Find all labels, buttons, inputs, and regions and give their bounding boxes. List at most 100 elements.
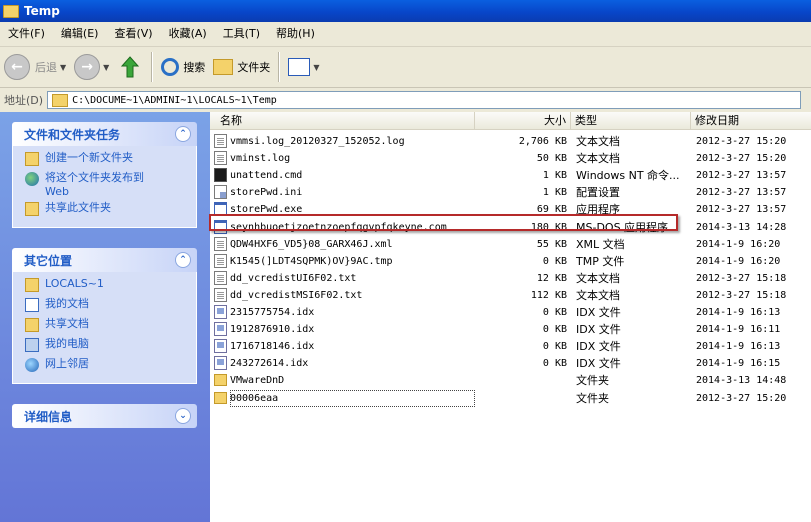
file-size: 12 KB	[536, 272, 567, 284]
toolbar-separator	[278, 52, 281, 82]
file-row[interactable]: QDW4HXF6_VD5}08_GARX46J.xml 55 KB XML 文档 20…	[210, 236, 811, 253]
address-field[interactable]: C:\DOCUME~1\ADMINI~1\LOCALS~1\Temp	[47, 91, 802, 109]
file-row[interactable]: 1716718146.idx 0 KB IDX 文件 2014-1-9 16:13	[210, 338, 811, 355]
file-name: dd_vcredistMSI6F02.txt	[230, 289, 363, 301]
file-name: vmmsi.log_20120327_152052.log	[230, 136, 405, 147]
place-my-computer[interactable]: 我的电脑	[25, 337, 196, 357]
file-row[interactable]: dd_vcredistUI6F02.txt 12 KB 文本文档 2012-3-27 …	[210, 270, 811, 287]
tasks-panel-title: 文件和文件夹任务	[24, 127, 121, 142]
file-modified: 2012-3-27 15:18	[696, 289, 787, 301]
computer-icon	[25, 338, 39, 352]
file-name: VMwareDnD	[230, 375, 285, 387]
task-publish-web[interactable]: 将这个文件夹发布到 Web	[25, 171, 196, 201]
file-modified: 2014-1-9 16:20	[696, 255, 781, 267]
file-name: K1545(]LDT4SQPMK)OV}9AC.tmp	[230, 255, 393, 267]
forward-button[interactable]: → ▼	[70, 50, 113, 84]
task-label: 创建一个新文件夹	[45, 151, 133, 164]
doc-file-icon	[214, 287, 227, 302]
details-panel: 详细信息 ⌄	[12, 404, 197, 428]
place-shared-documents[interactable]: 共享文档	[25, 317, 196, 337]
details-panel-title: 详细信息	[24, 409, 73, 424]
file-row[interactable]: storePwd.ini 1 KB 配置设置 2012-3-27 13:57	[210, 184, 811, 201]
file-type: Windows NT 命令...	[576, 169, 680, 183]
title-bar[interactable]: Temp	[0, 0, 811, 22]
places-panel-header[interactable]: 其它位置 ⌃	[12, 248, 197, 272]
file-row[interactable]: dd_vcredistMSI6F02.txt 112 KB 文本文档 2012-3-2…	[210, 287, 811, 304]
menu-tools[interactable]: 工具(T)	[215, 24, 268, 44]
file-row[interactable]: 00006eaa 文件夹 2012-3-27 15:20	[210, 389, 811, 407]
file-type: XML 文档	[576, 237, 625, 251]
chevron-down-icon: ▼	[103, 62, 110, 72]
tasks-panel-header[interactable]: 文件和文件夹任务 ⌃	[12, 122, 197, 146]
file-modified: 2014-3-13 14:28	[696, 221, 787, 233]
menu-edit[interactable]: 编辑(E)	[53, 24, 107, 44]
file-row[interactable]: 243272614.idx 0 KB IDX 文件 2014-1-9 16:15	[210, 355, 811, 372]
menu-file[interactable]: 文件(F)	[0, 24, 53, 44]
file-name: QDW4HXF6_VD5}08_GARX46J.xml	[230, 238, 393, 250]
details-panel-header[interactable]: 详细信息 ⌄	[12, 404, 197, 428]
views-button[interactable]: ▼	[284, 50, 323, 84]
file-modified: 2012-3-27 15:20	[696, 136, 787, 147]
back-button[interactable]: ← 后退 ▼	[0, 50, 70, 84]
file-name: unattend.cmd	[230, 170, 303, 182]
folder-icon	[3, 4, 19, 18]
task-share-folder[interactable]: 共享此文件夹	[25, 201, 196, 221]
file-modified: 2014-3-13 14:48	[696, 375, 787, 387]
file-modified: 2012-3-27 13:57	[696, 170, 787, 182]
search-button[interactable]: 搜索	[157, 50, 209, 84]
file-type: 文本文档	[576, 288, 620, 302]
doc-file-icon	[214, 134, 227, 148]
chevron-down-icon: ▼	[313, 62, 320, 72]
folders-label: 文件夹	[237, 61, 271, 74]
task-new-folder[interactable]: 创建一个新文件夹	[25, 151, 196, 171]
up-button[interactable]	[113, 50, 147, 84]
menu-favorites[interactable]: 收藏(A)	[161, 24, 215, 44]
column-header: 名称 大小 类型 修改日期	[210, 112, 811, 130]
doc-file-icon	[214, 236, 227, 251]
column-modified[interactable]: 修改日期	[691, 112, 811, 129]
column-size[interactable]: 大小	[475, 112, 571, 129]
file-row[interactable]: unattend.cmd 1 KB Windows NT 命令... 2012-3-2…	[210, 167, 811, 184]
folders-button[interactable]: 文件夹	[209, 50, 274, 84]
search-label: 搜索	[183, 61, 206, 74]
places-panel-title: 其它位置	[24, 253, 73, 268]
file-row[interactable]: vmmsi.log_20120327_152052.log 2,706 KB 文本文…	[210, 133, 811, 150]
file-type: IDX 文件	[576, 340, 621, 354]
file-row[interactable]: 2315775754.idx 0 KB IDX 文件 2014-1-9 16:13	[210, 304, 811, 321]
folder-icon	[25, 278, 39, 292]
doc-file-icon	[214, 151, 227, 166]
back-arrow-icon: ←	[4, 54, 30, 80]
back-label: 后退	[35, 61, 57, 74]
place-my-documents[interactable]: 我的文档	[25, 297, 196, 317]
file-row[interactable]: VMwareDnD 文件夹 2014-3-13 14:48	[210, 372, 811, 389]
collapse-icon[interactable]: ⌃	[175, 252, 191, 268]
file-modified: 2014-1-9 16:13	[696, 341, 781, 353]
up-folder-icon	[117, 54, 143, 80]
file-name: 1912876910.idx	[230, 324, 315, 336]
file-name: dd_vcredistUI6F02.txt	[230, 272, 357, 284]
folder-file-icon	[214, 374, 227, 387]
place-locals[interactable]: LOCALS~1	[25, 277, 196, 297]
file-row[interactable]: K1545(]LDT4SQPMK)OV}9AC.tmp 0 KB TMP 文件 201…	[210, 253, 811, 270]
file-row[interactable]: vminst.log 50 KB 文本文档 2012-3-27 15:20	[210, 150, 811, 167]
collapse-icon[interactable]: ⌃	[175, 126, 191, 142]
file-row[interactable]: 1912876910.idx 0 KB IDX 文件 2014-1-9 16:11	[210, 321, 811, 338]
file-type: IDX 文件	[576, 306, 621, 319]
file-modified: 2012-3-27 13:57	[696, 187, 787, 199]
idx-file-icon	[214, 339, 227, 354]
menu-help[interactable]: 帮助(H)	[268, 24, 323, 44]
menu-view[interactable]: 查看(V)	[106, 24, 160, 44]
tasks-panel: 文件和文件夹任务 ⌃ 创建一个新文件夹 将这个文件夹发布到 Web 共享此文件夹	[12, 122, 197, 228]
window-title: Temp	[24, 4, 60, 18]
expand-icon[interactable]: ⌄	[175, 408, 191, 424]
place-label: 网上邻居	[45, 357, 89, 370]
address-value: C:\DOCUME~1\ADMINI~1\LOCALS~1\Temp	[72, 94, 277, 106]
file-name: storePwd.ini	[230, 187, 303, 199]
place-network[interactable]: 网上邻居	[25, 357, 196, 377]
file-modified: 2014-1-9 16:15	[696, 358, 781, 370]
file-type: IDX 文件	[576, 323, 621, 337]
file-size: 0 KB	[542, 324, 567, 336]
new-folder-icon	[25, 152, 39, 166]
column-name[interactable]: 名称	[210, 112, 475, 129]
column-type[interactable]: 类型	[571, 112, 691, 129]
